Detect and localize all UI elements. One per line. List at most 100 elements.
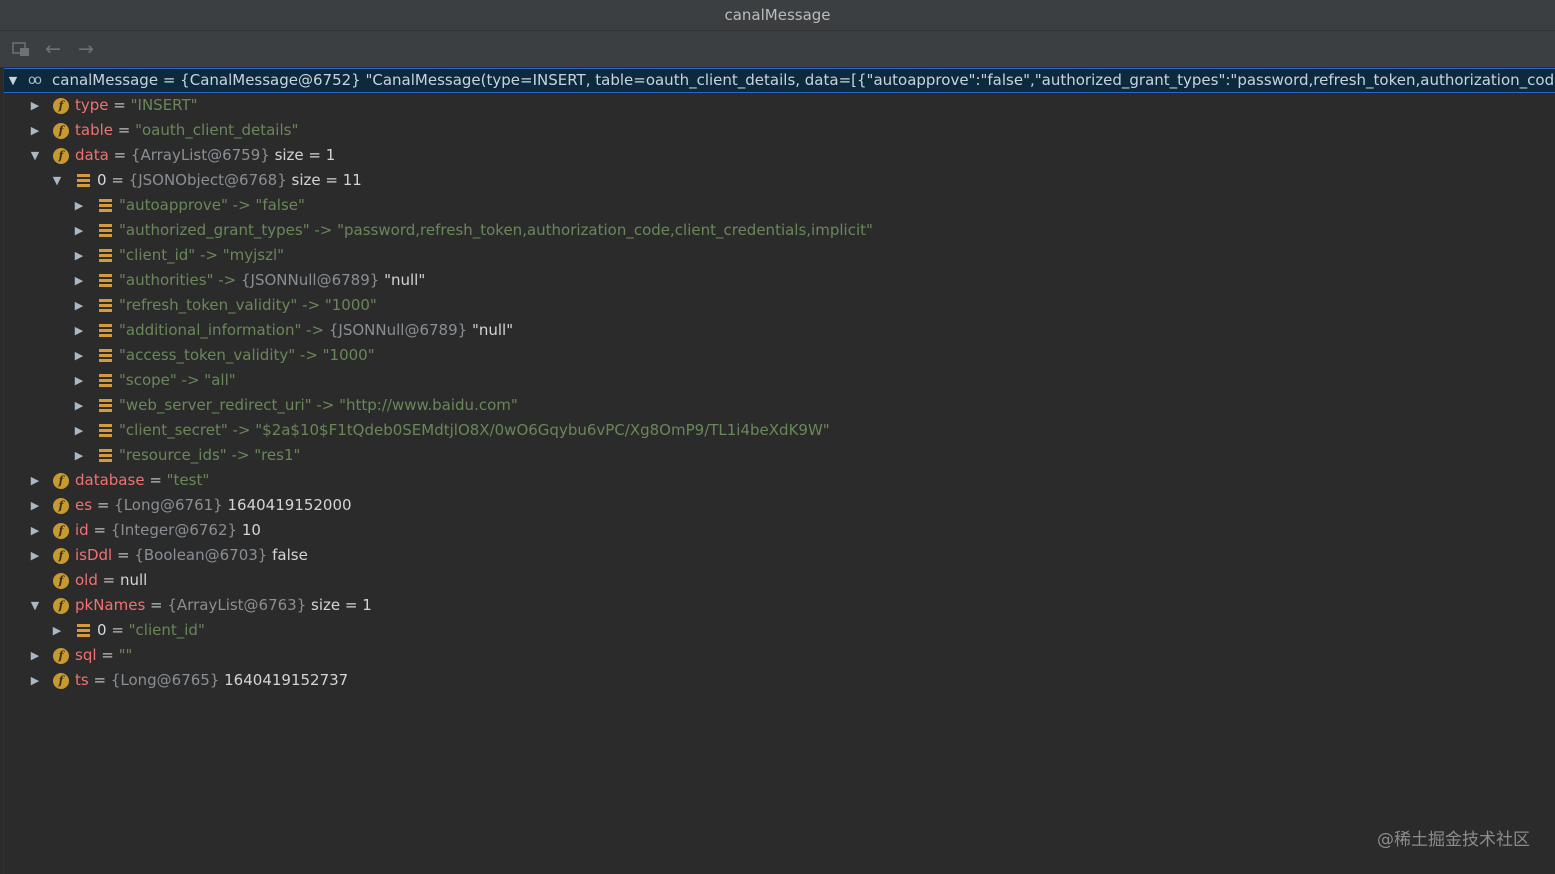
forward-arrow-icon[interactable]: → [75,38,97,60]
entry-list-icon [99,324,112,337]
collapsed-arrow-icon[interactable]: ▶ [72,343,86,368]
expanded-arrow-icon[interactable]: ▼ [28,593,42,618]
row-type: {JSONNull@6789} [241,271,385,289]
expanded-arrow-icon[interactable]: ▼ [6,69,20,92]
row-name: "access_token_validity" -> "1000" [119,346,375,364]
collapsed-arrow-icon[interactable]: ▶ [72,268,86,293]
collapsed-arrow-icon[interactable]: ▶ [72,443,86,468]
root-value: = {CanalMessage@6752} "CanalMessage(type… [162,71,1555,89]
tree-row[interactable]: ▼ f data = {ArrayList@6759} size = 1 [0,143,1555,168]
back-arrow-icon[interactable]: ← [42,38,64,60]
field-icon: f [53,648,69,664]
inspect-icon[interactable] [10,38,32,60]
toolbar: ← → [0,32,1555,65]
row-type: {Long@6761} [114,496,228,514]
row-name: old [75,571,98,589]
collapsed-arrow-icon[interactable]: ▶ [72,218,86,243]
tree-row[interactable]: ▶ "authorized_grant_types" -> "password,r… [0,218,1555,243]
tree-row[interactable]: ▶ 0 = "client_id" [0,618,1555,643]
row-type: "" [118,646,133,664]
row-name: table [75,121,113,139]
row-type: {ArrayList@6763} [167,596,307,614]
tree-row[interactable]: ▼ f pkNames = {ArrayList@6763} size = 1 [0,593,1555,618]
row-type: "test" [166,471,210,489]
row-value: size = 11 [286,171,362,189]
row-value: 10 [241,521,261,539]
row-equals: = [88,671,111,689]
tree-row[interactable]: ▶ "additional_information" -> {JSONNull@6… [0,318,1555,343]
tree-row[interactable]: ▶ "access_token_validity" -> "1000" [0,343,1555,368]
row-value: size = 1 [269,146,336,164]
collapsed-arrow-icon[interactable]: ▶ [72,368,86,393]
collapsed-arrow-icon[interactable]: ▶ [28,118,42,143]
row-name: isDdl [75,546,113,564]
collapsed-arrow-icon[interactable]: ▶ [28,493,42,518]
collapsed-arrow-icon[interactable]: ▶ [50,618,64,643]
row-name: sql [75,646,97,664]
collapsed-arrow-icon[interactable]: ▶ [72,193,86,218]
tree-row[interactable]: ▶ "authorities" -> {JSONNull@6789} "null" [0,268,1555,293]
row-name: "web_server_redirect_uri" -> "http://www… [119,396,518,414]
tree-row[interactable]: ▶ f es = {Long@6761} 1640419152000 [0,493,1555,518]
collapsed-arrow-icon[interactable]: ▶ [28,468,42,493]
row-type: {JSONObject@6768} [128,171,287,189]
row-equals: = [108,96,131,114]
field-icon: f [53,98,69,114]
row-name: pkNames [75,596,146,614]
expanded-arrow-icon[interactable]: ▼ [50,168,64,193]
collapsed-arrow-icon[interactable]: ▶ [72,318,86,343]
row-name: 0 [97,171,107,189]
collapsed-arrow-icon[interactable]: ▶ [72,293,86,318]
entry-list-icon [99,299,112,312]
tree-row[interactable]: ▶ f id = {Integer@6762} 10 [0,518,1555,543]
row-value: false [272,546,308,564]
row-equals: = [92,496,115,514]
tree-row[interactable]: ▶ f isDdl = {Boolean@6703} false [0,543,1555,568]
row-name: "scope" -> "all" [119,371,236,389]
tree-row[interactable]: ▶ f ts = {Long@6765} 1640419152737 [0,668,1555,693]
tree-row[interactable]: ▼ 0 = {JSONObject@6768} size = 11 [0,168,1555,193]
row-name: "resource_ids" -> "res1" [119,446,301,464]
tree-row[interactable]: ▶ f database = "test" [0,468,1555,493]
row-type: {JSONNull@6789} [328,321,472,339]
tree-row[interactable]: ▶ f type = "INSERT" [0,93,1555,118]
tree-row[interactable]: ▶ "resource_ids" -> "res1" [0,443,1555,468]
collapsed-arrow-icon[interactable]: ▶ [28,93,42,118]
tree-row-root[interactable]: ▼ oo canalMessage = {CanalMessage@6752} … [0,68,1555,93]
row-type: "INSERT" [130,96,198,114]
collapsed-arrow-icon[interactable]: ▶ [28,543,42,568]
window-title: canalMessage [724,6,831,24]
collapsed-arrow-icon[interactable]: ▶ [28,643,42,668]
tree-row[interactable]: ▶ f sql = "" [0,643,1555,668]
collapsed-arrow-icon[interactable]: ▶ [28,518,42,543]
tree-row[interactable]: ▶ "autoapprove" -> "false" [0,193,1555,218]
collapsed-arrow-icon[interactable]: ▶ [72,418,86,443]
entry-list-icon [99,349,112,362]
entry-list-icon [99,249,112,262]
entry-list-icon [99,399,112,412]
row-type: "client_id" [128,621,205,639]
row-value: "null" [471,321,514,339]
tree-row[interactable]: ▶ "refresh_token_validity" -> "1000" [0,293,1555,318]
row-name: "client_id" -> "myjszl" [119,246,285,264]
collapsed-arrow-icon[interactable]: ▶ [28,668,42,693]
row-equals: = [88,521,111,539]
tree-row[interactable]: ▶ f table = "oauth_client_details" [0,118,1555,143]
row-type: {Integer@6762} [110,521,242,539]
tree-row[interactable]: ▶ "scope" -> "all" [0,368,1555,393]
tree-row[interactable]: ▶ "web_server_redirect_uri" -> "http://ww… [0,393,1555,418]
tree-row[interactable]: ▶ "client_id" -> "myjszl" [0,243,1555,268]
row-value: 1640419152737 [224,671,349,689]
entry-list-icon [99,424,112,437]
collapsed-arrow-icon[interactable]: ▶ [72,393,86,418]
row-type: {Long@6765} [110,671,225,689]
tree-row[interactable]: ▶ "client_secret" -> "$2a$10$F1tQdeb0SEMd… [0,418,1555,443]
collapsed-arrow-icon[interactable]: ▶ [72,243,86,268]
expanded-arrow-icon[interactable]: ▼ [28,143,42,168]
tree-row[interactable]: f old = null [0,568,1555,593]
watermark: @稀土掘金技术社区 [1377,830,1530,850]
field-icon: f [53,573,69,589]
row-name: 0 [97,621,107,639]
variables-tree: ▼ oo canalMessage = {CanalMessage@6752} … [0,67,1555,874]
row-value: "null" [384,271,426,289]
